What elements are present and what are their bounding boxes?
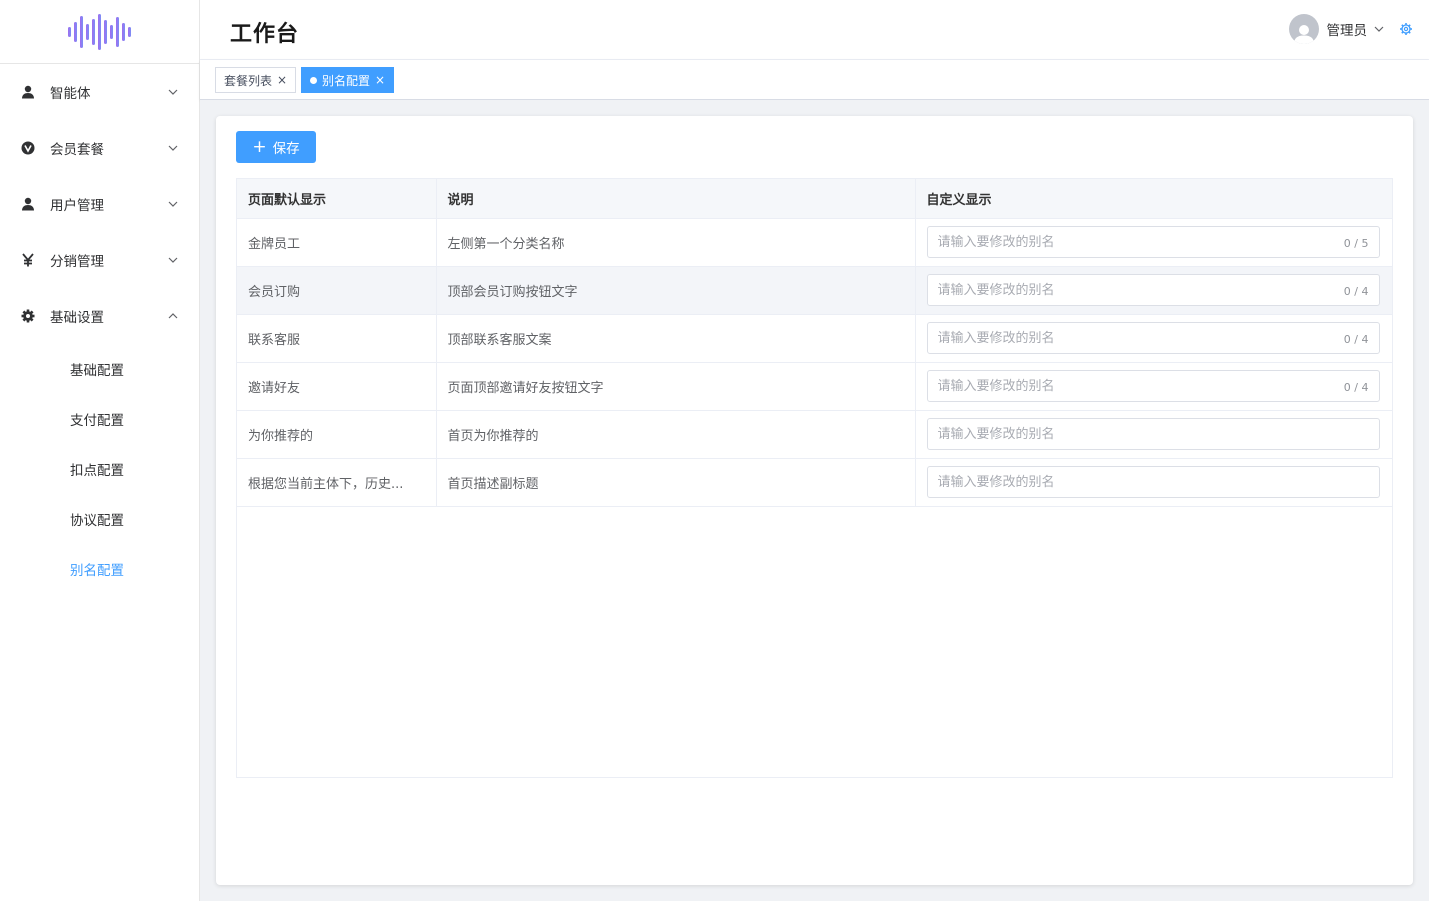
alias-input[interactable] — [927, 467, 1379, 497]
default-cell: 为你推荐的 — [237, 410, 437, 459]
user-name[interactable]: 管理员 — [1327, 19, 1368, 39]
main-content: + 保存 页面默认显示 说明 自定义显示 金牌员工 左侧第一个分类名称 请输入要… — [200, 100, 1429, 901]
gear-icon — [20, 308, 36, 324]
chevron-down-icon — [168, 257, 178, 263]
save-button[interactable]: + 保存 — [236, 131, 316, 163]
description-cell: 顶部会员订购按钮文字 — [436, 266, 916, 315]
alias-input[interactable] — [927, 371, 1379, 401]
sidebar-item-label: 会员套餐 — [50, 142, 104, 158]
default-cell: 根据您当前主体下，历史... — [237, 458, 437, 507]
description-cell: 首页描述副标题 — [436, 458, 916, 507]
tab-label: 别名配置 — [322, 73, 371, 88]
user-avatar-icon — [1293, 25, 1314, 44]
chevron-down-icon — [168, 145, 178, 151]
default-cell: 金牌员工 — [237, 218, 437, 267]
submenu-item-agreement-config[interactable]: 协议配置 — [0, 494, 199, 544]
default-cell: 邀请好友 — [237, 362, 437, 411]
char-counter: 0 / 5 — [1343, 237, 1369, 250]
table-row: 邀请好友 页面顶部邀请好友按钮文字 0 / 4 — [237, 362, 1392, 411]
description-cell: 首页为你推荐的 — [436, 410, 916, 459]
yen-icon — [20, 252, 36, 268]
table-row: 联系客服 顶部联系客服文案 0 / 4 — [237, 314, 1392, 363]
alias-input[interactable] — [927, 275, 1379, 305]
custom-cell: 0 / 5 — [915, 218, 1392, 267]
sidebar-item-label: 智能体 — [50, 86, 91, 102]
alias-input-wrapper — [926, 466, 1380, 498]
default-cell: 会员订购 — [237, 266, 437, 315]
avatar[interactable] — [1288, 14, 1319, 44]
column-header-description: 说明 — [436, 179, 916, 219]
content-card: + 保存 页面默认显示 说明 自定义显示 金牌员工 左侧第一个分类名称 请输入要… — [216, 116, 1413, 885]
custom-cell: 0 / 4 — [915, 314, 1392, 363]
custom-cell: 0 / 4 — [915, 266, 1392, 315]
user-icon — [20, 196, 36, 212]
sidebar-item-users[interactable]: 用户管理 — [0, 176, 199, 232]
close-icon[interactable]: × — [375, 74, 385, 86]
alias-input[interactable] — [927, 227, 1379, 257]
logo[interactable] — [0, 0, 199, 64]
user-menu[interactable]: 管理员 — [1288, 14, 1414, 44]
sidebar-item-distribution[interactable]: 分销管理 — [0, 232, 199, 288]
chevron-down-icon — [168, 89, 178, 95]
sidebar-item-label: 分销管理 — [50, 254, 104, 270]
page-title: 工作台 — [230, 22, 300, 47]
description-cell: 顶部联系客服文案 — [436, 314, 916, 363]
save-button-label: 保存 — [272, 141, 300, 157]
close-icon[interactable]: × — [277, 74, 287, 86]
column-header-custom: 自定义显示 — [915, 179, 1392, 219]
table-row: 金牌员工 左侧第一个分类名称 0 / 5 — [237, 218, 1392, 267]
alias-input-wrapper: 0 / 4 — [926, 322, 1380, 354]
submenu-item-payment-config[interactable]: 支付配置 — [0, 394, 199, 444]
tabs-bar: 套餐列表 × 别名配置 × — [200, 60, 1429, 100]
settings-gear-icon[interactable] — [1399, 22, 1413, 36]
custom-cell: 0 / 4 — [915, 362, 1392, 411]
custom-cell — [915, 458, 1392, 507]
alias-input-wrapper — [926, 418, 1380, 450]
user-icon — [20, 84, 36, 100]
table-row: 为你推荐的 首页为你推荐的 — [237, 410, 1392, 459]
sidebar-item-basic-settings[interactable]: 基础设置 — [0, 288, 199, 344]
submenu-item-deduction-config[interactable]: 扣点配置 — [0, 444, 199, 494]
app: 智能体 会员套餐 用户管理 分销管理 基础设置 基础配置 支付配置 扣点配置 协… — [0, 0, 1429, 901]
active-dot-icon — [310, 76, 317, 84]
custom-cell — [915, 410, 1392, 459]
description-cell: 页面顶部邀请好友按钮文字 — [436, 362, 916, 411]
sidebar: 智能体 会员套餐 用户管理 分销管理 基础设置 基础配置 支付配置 扣点配置 协… — [0, 0, 200, 901]
submenu-item-alias-config[interactable]: 别名配置 — [0, 544, 199, 594]
sidebar-item-agent[interactable]: 智能体 — [0, 64, 199, 120]
alias-input[interactable] — [927, 323, 1379, 353]
table-header-row: 页面默认显示 说明 自定义显示 — [237, 179, 1392, 219]
table-row: 根据您当前主体下，历史... 首页描述副标题 — [237, 458, 1392, 507]
plus-icon: + — [252, 136, 267, 157]
alias-input[interactable] — [927, 419, 1379, 449]
alias-table: 页面默认显示 说明 自定义显示 金牌员工 左侧第一个分类名称 请输入要修改的别名… — [236, 178, 1393, 778]
chevron-down-icon — [168, 201, 178, 207]
sidebar-item-label: 基础设置 — [50, 310, 104, 326]
tab-label: 套餐列表 — [224, 73, 273, 88]
table-row: 会员订购 顶部会员订购按钮文字 0 / 4 — [237, 266, 1392, 315]
header: 工作台 管理员 — [200, 0, 1429, 60]
char-counter: 0 / 4 — [1343, 333, 1369, 346]
alias-input-wrapper: 0 / 4 — [926, 274, 1380, 306]
default-cell: 联系客服 — [237, 314, 437, 363]
tab-alias-config[interactable]: 别名配置 × — [301, 67, 395, 93]
chevron-up-icon — [168, 313, 178, 319]
sound-wave-logo-icon — [67, 13, 131, 50]
sidebar-item-label: 用户管理 — [50, 198, 104, 214]
tab-package-list[interactable]: 套餐列表 × — [215, 67, 297, 93]
char-counter: 0 / 4 — [1343, 381, 1369, 394]
alias-input-wrapper: 0 / 4 — [926, 370, 1380, 402]
submenu-item-basic-config[interactable]: 基础配置 — [0, 344, 199, 394]
description-cell: 左侧第一个分类名称 — [436, 218, 916, 267]
sidebar-item-membership[interactable]: 会员套餐 — [0, 120, 199, 176]
column-header-default: 页面默认显示 — [237, 179, 437, 219]
chevron-down-icon[interactable] — [1373, 23, 1385, 35]
alias-input-wrapper: 0 / 5 — [926, 226, 1380, 258]
char-counter: 0 / 4 — [1343, 285, 1369, 298]
vip-icon — [20, 140, 36, 156]
